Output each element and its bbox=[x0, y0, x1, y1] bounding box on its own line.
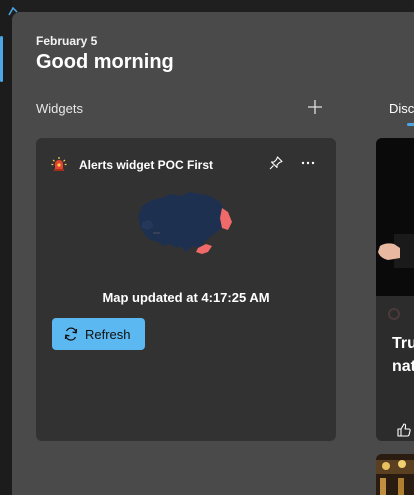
news-card[interactable] bbox=[376, 454, 414, 495]
news-source-icon bbox=[388, 308, 400, 320]
alerts-widget-title: Alerts widget POC First bbox=[79, 158, 214, 172]
news-headline-line: Tru bbox=[392, 335, 414, 352]
map-region-base bbox=[138, 192, 228, 252]
plus-icon[interactable] bbox=[305, 97, 325, 117]
taskbar-edge bbox=[0, 0, 18, 495]
pin-icon[interactable] bbox=[268, 155, 284, 171]
map-region-alert-east bbox=[220, 208, 232, 230]
active-indicator bbox=[0, 36, 3, 82]
alert-siren-icon bbox=[51, 157, 67, 171]
alerts-widget-card: Alerts widget POC First Map updated at 4… bbox=[36, 138, 336, 441]
news-photo bbox=[376, 138, 414, 296]
refresh-icon bbox=[64, 327, 78, 341]
refresh-button[interactable]: Refresh bbox=[52, 318, 145, 350]
more-options-icon[interactable] bbox=[299, 155, 317, 171]
date-label: February 5 bbox=[36, 34, 98, 48]
greeting-title: Good morning bbox=[36, 51, 174, 73]
news-card[interactable]: Tru nat bbox=[376, 138, 414, 441]
tab-discover-underline bbox=[407, 123, 414, 126]
thumbs-up-icon[interactable] bbox=[396, 422, 412, 438]
widgets-board: February 5 Good morning Widgets Disco Al… bbox=[12, 12, 414, 495]
ukraine-alert-map bbox=[138, 192, 232, 254]
map-updated-status: Map updated at 4:17:25 AM bbox=[102, 290, 270, 305]
photo-hand bbox=[378, 243, 400, 260]
widgets-section-label: Widgets bbox=[36, 101, 83, 116]
news-headline-line: nat bbox=[392, 358, 414, 375]
tab-discover[interactable]: Disco bbox=[389, 101, 414, 116]
news-photo bbox=[376, 454, 414, 495]
news-headline[interactable]: Tru nat bbox=[392, 332, 414, 378]
refresh-label: Refresh bbox=[85, 326, 131, 342]
